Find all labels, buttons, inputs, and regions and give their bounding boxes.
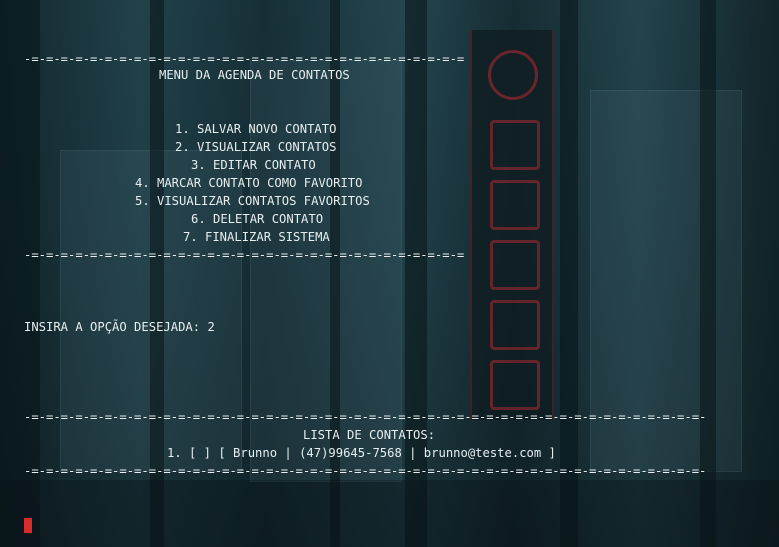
- contact-list-item: 1. [ ] [ Brunno | (47)99645-7568 | brunn…: [167, 446, 556, 460]
- contact-list-title: LISTA DE CONTATOS:: [303, 428, 436, 442]
- terminal-output[interactable]: -=-=-=-=-=-=-=-=-=-=-=-=-=-=-=-=-=-=-=-=…: [0, 0, 779, 547]
- menu-item-mark-favorite: 4. MARCAR CONTATO COMO FAVORITO: [135, 176, 363, 190]
- menu-item-view-contacts: 2. VISUALIZAR CONTATOS: [175, 140, 337, 154]
- terminal-cursor: [24, 518, 32, 533]
- menu-item-save-contact: 1. SALVAR NOVO CONTATO: [175, 122, 337, 136]
- option-prompt-label: INSIRA A OPÇÃO DESEJADA:: [24, 320, 201, 334]
- list-separator-top: -=-=-=-=-=-=-=-=-=-=-=-=-=-=-=-=-=-=-=-=…: [24, 410, 707, 424]
- list-separator-bottom: -=-=-=-=-=-=-=-=-=-=-=-=-=-=-=-=-=-=-=-=…: [24, 464, 707, 478]
- menu-item-exit-system: 7. FINALIZAR SISTEMA: [183, 230, 330, 244]
- menu-item-delete-contact: 6. DELETAR CONTATO: [191, 212, 324, 226]
- menu-title: MENU DA AGENDA DE CONTATOS: [159, 68, 350, 82]
- menu-item-view-favorites: 5. VISUALIZAR CONTATOS FAVORITOS: [135, 194, 370, 208]
- menu-separator-bottom: -=-=-=-=-=-=-=-=-=-=-=-=-=-=-=-=-=-=-=-=…: [24, 248, 465, 262]
- option-prompt: INSIRA A OPÇÃO DESEJADA: 2: [24, 318, 215, 336]
- option-prompt-value: 2: [207, 320, 215, 334]
- menu-item-edit-contact: 3. EDITAR CONTATO: [191, 158, 316, 172]
